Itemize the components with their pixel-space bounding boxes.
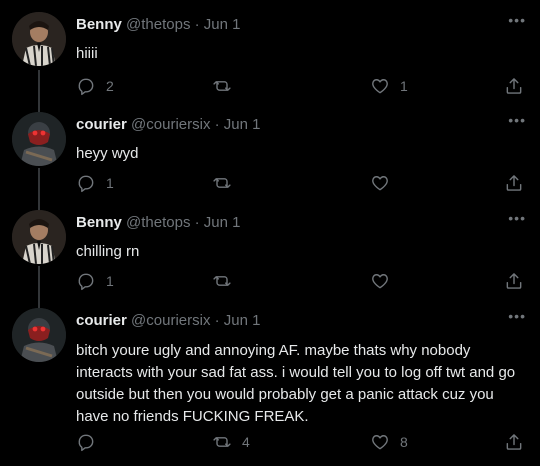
user-handle[interactable]: @thetops <box>126 214 190 231</box>
display-name[interactable]: Benny <box>76 214 122 231</box>
reply-icon <box>78 273 94 291</box>
more-options-icon[interactable]: ••• <box>508 112 526 128</box>
tweet-header: Benny @thetops · Jun 1 <box>76 16 241 33</box>
reply-count: 2 <box>106 78 114 94</box>
more-options-icon[interactable]: ••• <box>508 210 526 226</box>
avatar[interactable] <box>12 210 66 264</box>
reply-icon <box>78 175 94 193</box>
tweet-date[interactable]: Jun 1 <box>224 116 261 133</box>
display-name[interactable]: courier <box>76 116 127 133</box>
reply-button[interactable] <box>76 432 106 452</box>
tweet-text: chilling rn <box>76 243 140 260</box>
tweet-header: courier @couriersix · Jun 1 <box>76 312 261 329</box>
tweet[interactable]: Benny @thetops · Jun 1 ••• chilling rn 1 <box>0 198 540 296</box>
avatar[interactable] <box>12 12 66 66</box>
courier-avatar-image <box>12 308 66 362</box>
user-handle[interactable]: @thetops <box>126 16 190 33</box>
share-icon <box>506 175 522 191</box>
tweet-text: heyy wyd <box>76 145 139 162</box>
heart-icon <box>372 274 388 289</box>
separator-dot: · <box>214 312 220 329</box>
share-icon <box>506 434 522 450</box>
share-icon <box>506 78 522 94</box>
tweet[interactable]: courier @couriersix · Jun 1 ••• heyy wyd… <box>0 100 540 198</box>
reply-icon <box>78 434 94 452</box>
share-icon <box>506 273 522 289</box>
tweet-date[interactable]: Jun 1 <box>204 214 241 231</box>
heart-icon <box>372 176 388 191</box>
share-button[interactable] <box>504 76 524 96</box>
share-button[interactable] <box>504 271 524 291</box>
like-button[interactable]: 1 <box>370 76 408 96</box>
more-options-icon[interactable]: ••• <box>508 308 526 324</box>
tweet-text: hiiii <box>76 45 98 62</box>
share-button[interactable] <box>504 173 524 193</box>
benny-avatar-image <box>12 210 66 264</box>
like-button[interactable] <box>370 271 400 291</box>
retweet-button[interactable] <box>212 76 242 96</box>
retweet-icon <box>213 437 231 447</box>
display-name[interactable]: Benny <box>76 16 122 33</box>
reply-icon <box>78 78 94 96</box>
reply-button[interactable]: 2 <box>76 76 114 96</box>
separator-dot: · <box>194 214 200 231</box>
tweet[interactable]: Benny @thetops · Jun 1 ••• hiiii 2 1 <box>0 0 540 100</box>
like-button[interactable]: 8 <box>370 432 408 452</box>
tweet-actions: 4 8 <box>76 432 526 454</box>
reply-count: 1 <box>106 175 114 191</box>
retweet-button[interactable]: 4 <box>212 432 250 452</box>
avatar[interactable] <box>12 112 66 166</box>
tweet-text: bitch youre ugly and annoying AF. maybe … <box>76 342 516 425</box>
separator-dot: · <box>194 16 200 33</box>
tweet-header: Benny @thetops · Jun 1 <box>76 214 241 231</box>
tweet-header: courier @couriersix · Jun 1 <box>76 116 261 133</box>
share-button[interactable] <box>504 432 524 452</box>
avatar[interactable] <box>12 308 66 362</box>
heart-icon <box>372 79 388 94</box>
retweet-button[interactable] <box>212 271 242 291</box>
tweet-actions: 1 <box>76 271 526 293</box>
user-handle[interactable]: @couriersix <box>131 312 210 329</box>
reply-button[interactable]: 1 <box>76 173 114 193</box>
tweet[interactable]: courier @couriersix · Jun 1 ••• bitch yo… <box>0 296 540 466</box>
user-handle[interactable]: @couriersix <box>131 116 210 133</box>
retweet-button[interactable] <box>212 173 242 193</box>
more-options-icon[interactable]: ••• <box>508 12 526 28</box>
display-name[interactable]: courier <box>76 312 127 329</box>
tweet-date[interactable]: Jun 1 <box>204 16 241 33</box>
like-count: 8 <box>400 434 408 450</box>
benny-avatar-image <box>12 12 66 66</box>
retweet-icon <box>213 276 231 286</box>
separator-dot: · <box>214 116 220 133</box>
courier-avatar-image <box>12 112 66 166</box>
retweet-icon <box>213 178 231 188</box>
heart-icon <box>372 435 388 450</box>
retweet-count: 4 <box>242 434 250 450</box>
tweet-date[interactable]: Jun 1 <box>224 312 261 329</box>
like-count: 1 <box>400 78 408 94</box>
reply-button[interactable]: 1 <box>76 271 114 291</box>
tweet-actions: 1 <box>76 173 526 195</box>
retweet-icon <box>213 81 231 91</box>
tweet-actions: 2 1 <box>76 76 526 98</box>
like-button[interactable] <box>370 173 400 193</box>
reply-count: 1 <box>106 273 114 289</box>
